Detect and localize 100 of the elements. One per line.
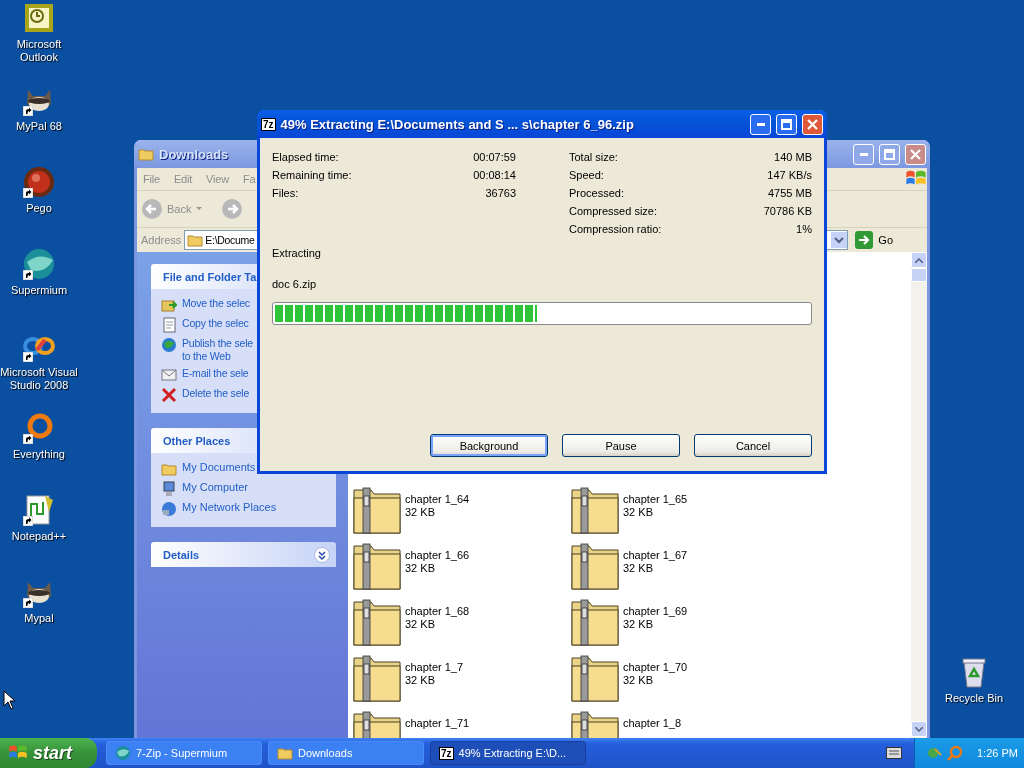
zip-folder-icon[interactable] [353, 598, 401, 646]
file-size: 32 KB [405, 618, 436, 631]
file-size: 32 KB [623, 618, 654, 631]
file-size: 32 KB [623, 674, 654, 687]
file-name[interactable]: chapter 1_7 [405, 661, 464, 674]
scroll-down-icon[interactable] [915, 726, 923, 732]
zip-folder-icon[interactable] [571, 654, 619, 702]
task-link[interactable]: My Network Places [161, 501, 328, 517]
task-link[interactable]: Publish the sele to the Web [161, 337, 328, 363]
file-name[interactable]: chapter 1_65 [623, 493, 688, 506]
document-icon [161, 317, 177, 333]
status-text: Extracting [272, 247, 322, 259]
desktop-icon-label: Microsoft Outlook [15, 38, 63, 64]
zip-folder-icon[interactable] [353, 654, 401, 702]
desktop-icon-label: Notepad++ [10, 530, 68, 543]
file-name[interactable]: chapter 1_67 [623, 549, 688, 562]
stat-label: Speed: [569, 169, 604, 183]
stat-value: 00:07:59 [473, 151, 516, 165]
window-title: Downloads [159, 146, 229, 162]
stat-value: 36763 [485, 187, 516, 201]
desktop-icon-label: Mypal [23, 612, 55, 625]
folder-icon [138, 146, 154, 162]
address-label: Address [141, 234, 182, 246]
folder-icon [277, 745, 293, 761]
maximize-icon [884, 148, 895, 160]
file-size: 32 KB [405, 562, 436, 575]
stat-value: 4755 MB [767, 187, 812, 201]
globe-icon [115, 745, 131, 761]
envelope-icon [161, 367, 177, 383]
stat-value: 1% [796, 223, 812, 237]
stat-value: 00:08:14 [473, 169, 516, 183]
scroll-up-icon[interactable] [915, 257, 923, 263]
taskbar-button[interactable]: 7z 49% Extracting E:\D... [430, 741, 586, 765]
desktop-icon-label: MyPal 68 [15, 120, 63, 133]
scroll-thumb[interactable] [911, 268, 927, 282]
calendar-icon[interactable] [23, 2, 55, 34]
zip-folder-icon[interactable] [353, 486, 401, 534]
zip-folder-icon[interactable] [571, 542, 619, 590]
computer-icon [161, 481, 177, 497]
zip-folder-icon[interactable] [571, 598, 619, 646]
scrollbar[interactable] [911, 252, 927, 739]
close-icon [807, 118, 818, 130]
zip-folder-icon[interactable] [353, 542, 401, 590]
task-link[interactable]: Move the selec [161, 297, 328, 313]
desktop-icon-label: Everything [12, 448, 66, 461]
file-name[interactable]: chapter 1_69 [623, 605, 688, 618]
task-link[interactable]: My Documents [161, 461, 328, 477]
stat-label: Compression ratio: [569, 223, 662, 237]
file-name[interactable]: chapter 1_70 [623, 661, 688, 674]
stat-label: Total size: [569, 151, 618, 165]
file-name[interactable]: chapter 1_64 [405, 493, 470, 506]
file-name[interactable]: chapter 1_66 [405, 549, 470, 562]
file-name[interactable]: chapter 1_71 [405, 717, 470, 730]
task-link[interactable]: My Computer [161, 481, 328, 497]
notepad-icon[interactable] [23, 494, 55, 526]
panel-header[interactable]: Details [151, 542, 336, 567]
task-link[interactable]: Copy the selec [161, 317, 328, 333]
clock[interactable]: 1:26 PM [977, 747, 1018, 759]
dialog-button[interactable]: Background [430, 434, 548, 457]
minimize-icon [756, 122, 765, 126]
panel-title: Other Places [163, 434, 231, 447]
dialog-title: 49% Extracting E:\Documents and S ... s\chapter 6_96.zip [280, 116, 634, 132]
stat-label: Remaining time: [272, 169, 352, 183]
chevron-down-icon[interactable] [314, 546, 330, 563]
stat-value: 147 KB/s [767, 169, 812, 183]
close-button[interactable] [905, 143, 926, 165]
task-link[interactable]: Delete the sele [161, 387, 328, 403]
app-badge: 7z [261, 117, 276, 131]
file-name[interactable]: chapter 1_8 [623, 717, 682, 730]
delete-icon [161, 387, 177, 403]
file-size: 32 KB [623, 562, 654, 575]
panel-title: File and Folder Ta [163, 270, 257, 283]
taskbar-button[interactable]: 7-Zip - Supermium [106, 741, 262, 765]
file-size: 32 KB [623, 506, 654, 519]
dialog-button[interactable]: Pause [562, 434, 680, 457]
maximize-button[interactable] [776, 113, 797, 135]
desktop-icon-label: Microsoft Visual Studio 2008 [0, 366, 79, 392]
stat-label: Compressed size: [569, 205, 658, 219]
zip-folder-icon[interactable] [571, 486, 619, 534]
close-button[interactable] [802, 113, 823, 135]
keyboard-icon[interactable] [886, 747, 902, 759]
start-button[interactable]: start [0, 738, 97, 768]
panel-title: Details [163, 548, 200, 561]
stat-value: 70786 KB [763, 205, 812, 219]
minimize-button[interactable] [750, 113, 771, 135]
desktop-icon-label: Recycle Bin [943, 692, 1005, 705]
taskbar-button[interactable]: Downloads [268, 741, 424, 765]
task-link[interactable]: E-mail the sele [161, 367, 328, 383]
file-name[interactable]: chapter 1_68 [405, 605, 470, 618]
maximize-icon [781, 118, 792, 130]
network-globe-icon [161, 501, 177, 517]
folder-icon [187, 233, 204, 247]
desktop-icon-label: Pego [25, 202, 53, 215]
go-button[interactable]: Go [851, 231, 898, 249]
app-badge: 7z [439, 746, 454, 760]
close-icon [910, 148, 921, 160]
dialog-button[interactable]: Cancel [694, 434, 812, 457]
folder-icon [161, 461, 177, 477]
file-size: 32 KB [405, 674, 436, 687]
stat-label: Processed: [569, 187, 625, 201]
